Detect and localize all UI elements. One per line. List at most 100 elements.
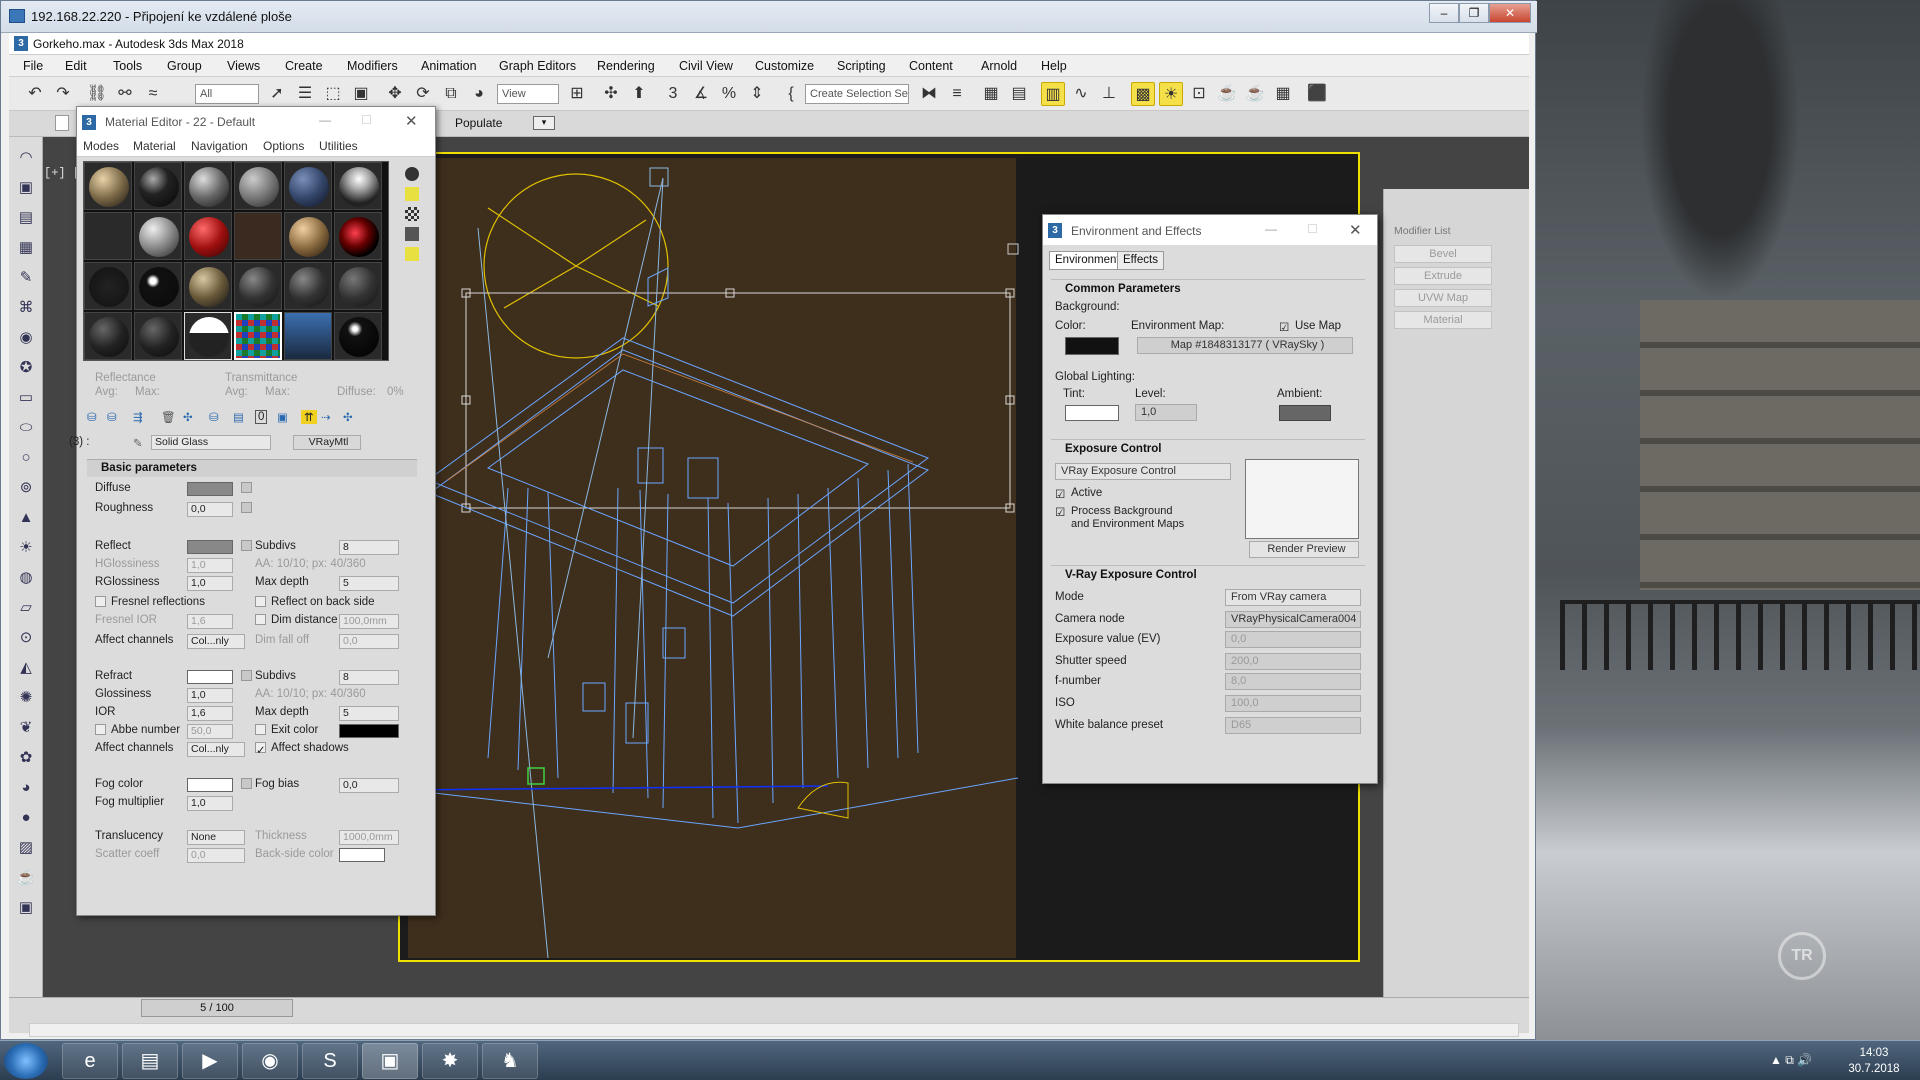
modifier-list-label[interactable]: Modifier List [1394,225,1451,237]
link-icon[interactable]: ⛓ [85,82,109,106]
dim-falloff-spinner[interactable]: 0,0 [339,634,399,649]
sample-slot-selected[interactable] [184,312,232,360]
angle-snap-icon[interactable]: ∡ [689,82,713,106]
rglossiness-spinner[interactable]: 1,0 [187,576,233,591]
eyedropper-icon[interactable]: ✎ [133,436,143,450]
sample-slot[interactable] [234,162,282,210]
menu-create[interactable]: Create [285,59,323,73]
menu-customize[interactable]: Customize [755,59,814,73]
atom-icon[interactable]: ✺ [15,687,37,709]
selection-filter-dropdown[interactable]: All [195,84,259,104]
pivot-center-icon[interactable]: ⊞ [565,82,589,106]
sample-slot[interactable] [284,262,332,310]
use-map-checkbox[interactable]: ☑ [1279,320,1289,334]
window-icon[interactable]: ▨ [15,837,37,859]
material-button[interactable]: Material [1394,311,1492,329]
minimize-icon[interactable]: — [319,113,331,127]
rock-icon[interactable]: ◕ [15,777,37,799]
exit-color-checkbox[interactable] [255,724,266,735]
reflect-map-button[interactable] [241,540,252,551]
reset-map-icon[interactable]: 🗑 [161,410,176,424]
material-id-icon[interactable]: ▤ [233,410,244,424]
tint-swatch[interactable] [1065,405,1119,421]
populate-label[interactable]: Populate [455,116,502,130]
material-name-field[interactable]: Solid Glass [151,435,271,450]
background-color-swatch[interactable] [1065,337,1119,355]
process-bg-checkbox[interactable]: ☑ [1055,505,1065,519]
align-icon[interactable]: ≡ [945,82,969,106]
camera-icon[interactable]: ⌘ [15,297,37,319]
keyboard-shortcut-icon[interactable]: ⬆ [627,82,651,106]
close-button[interactable]: ✕ [1489,3,1531,23]
select-object-icon[interactable]: ➚ [265,82,289,106]
menu-utilities[interactable]: Utilities [319,139,358,153]
menu-arnold[interactable]: Arnold [981,59,1017,73]
abbe-checkbox[interactable] [95,724,106,735]
sample-uv-icon[interactable] [405,227,419,241]
wb-dropdown[interactable]: D65 [1225,717,1361,734]
go-forward-sibling-icon[interactable]: ⇢ [321,410,331,424]
abbe-spinner[interactable]: 50,0 [187,724,233,739]
iso-spinner[interactable]: 100,0 [1225,695,1361,712]
refract-map-button[interactable] [241,670,252,681]
fog-color-swatch[interactable] [187,778,233,792]
roughness-spinner[interactable]: 0,0 [187,502,233,517]
rotate-icon[interactable]: ⟳ [411,82,435,106]
sample-slot[interactable] [234,262,282,310]
box-icon[interactable]: ▭ [15,387,37,409]
render-iterative-icon[interactable]: ☕ [1243,82,1267,106]
material-editor-icon[interactable]: ▩ [1131,82,1155,106]
put-to-library-icon[interactable]: ⛁ [209,410,219,424]
ribbon-toggle-icon[interactable] [55,115,69,131]
minimize-button[interactable]: – [1429,3,1459,23]
pyramid-icon[interactable]: ◭ [15,657,37,679]
render-preview-button[interactable]: Render Preview [1249,541,1359,558]
remote-desktop-taskbar-icon[interactable]: ▣ [362,1043,418,1079]
ie-icon[interactable]: e [62,1043,118,1079]
plant-icon[interactable]: ❦ [15,717,37,739]
sample-slot[interactable] [184,212,232,260]
common-params-header[interactable]: Common Parameters [1051,279,1365,299]
teapot-icon[interactable]: ☕ [15,867,37,889]
sample-slot[interactable] [134,162,182,210]
menu-civil-view[interactable]: Civil View [679,59,733,73]
basic-params-header[interactable]: Basic parameters [87,459,417,477]
sample-slot[interactable] [84,162,132,210]
material-editor-titlebar[interactable]: 3 Material Editor - 22 - Default — ☐ ✕ [77,107,435,135]
media-player-icon[interactable]: ▶ [182,1043,238,1079]
ior-spinner[interactable]: 1,6 [187,706,233,721]
fresnel-checkbox[interactable] [95,596,106,607]
exposure-control-header[interactable]: Exposure Control [1051,439,1365,459]
sample-slot[interactable] [234,212,282,260]
fog-bias-spinner[interactable]: 0,0 [339,778,399,793]
render-icon[interactable]: ▣ [15,897,37,919]
menu-content[interactable]: Content [909,59,953,73]
sound-icon[interactable]: ◉ [15,327,37,349]
make-unique-icon[interactable]: ✣ [183,410,193,424]
extrude-button[interactable]: Extrude [1394,267,1492,285]
sample-slot[interactable] [134,312,182,360]
viewport-label[interactable]: [+] [ [44,166,80,180]
close-icon[interactable]: ✕ [1349,221,1362,239]
unlink-icon[interactable]: ⚯ [113,82,137,106]
reflect-swatch[interactable] [187,540,233,554]
menu-rendering[interactable]: Rendering [597,59,655,73]
ev-spinner[interactable]: 0,0 [1225,631,1361,648]
plate-icon[interactable]: ▱ [15,597,37,619]
dim-distance-checkbox[interactable] [255,614,266,625]
sample-slot-active[interactable] [234,312,282,360]
shutter-spinner[interactable]: 200,0 [1225,653,1361,670]
percent-snap-icon[interactable]: % [717,82,741,106]
dim-distance-spinner[interactable]: 100,0mm [339,614,399,629]
cone-icon[interactable]: ▲ [15,507,37,529]
ref-coord-dropdown[interactable]: View [497,84,559,104]
populate-dropdown-icon[interactable]: ▾ [533,116,555,130]
refract-swatch[interactable] [187,670,233,684]
scatter-spinner[interactable]: 0,0 [187,848,245,863]
sample-slot[interactable] [134,212,182,260]
window-crossing-icon[interactable]: ▣ [349,82,373,106]
put-to-scene-icon[interactable]: ⛁ [107,410,117,424]
env-map-button[interactable]: Map #1848313177 ( VRaySky ) [1137,337,1353,354]
capsule-icon[interactable]: ⊙ [15,627,37,649]
close-icon[interactable]: ✕ [405,112,418,130]
